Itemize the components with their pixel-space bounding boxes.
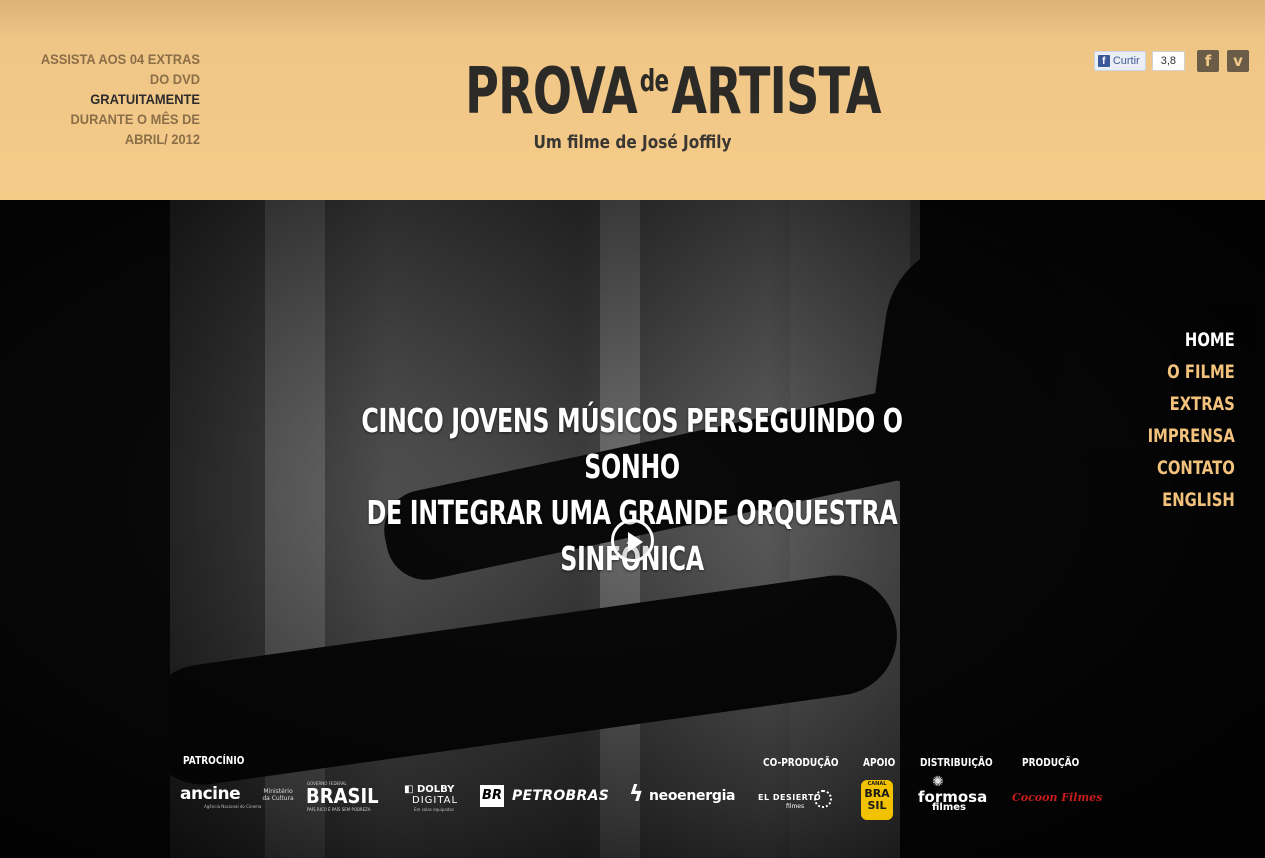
neoenergia-wordmark: neoenergia — [649, 788, 736, 804]
nav-item-o-filme[interactable]: O FILME — [1148, 356, 1235, 388]
formosa-subtitle: filmes — [932, 802, 966, 813]
promo-line-4: DURANTE O MÊS DE — [70, 111, 200, 127]
main-nav: HOME O FILME EXTRAS IMPRENSA CONTATO ENG… — [1123, 324, 1235, 516]
nav-item-contato[interactable]: CONTATO — [1148, 452, 1235, 484]
site-logo[interactable]: PROVAdeARTISTA — [400, 42, 881, 129]
ancine-wordmark: ancine — [180, 784, 241, 804]
play-icon — [628, 532, 643, 552]
promo-line-2: DO DVD — [149, 71, 200, 87]
like-count: 3,8 — [1151, 51, 1185, 71]
vimeo-icon[interactable]: v — [1227, 50, 1249, 72]
hero-video-backdrop: CINCO JOVENS MÚSICOS PERSEGUINDO O SONHO… — [0, 200, 1265, 858]
nav-item-english[interactable]: ENGLISH — [1148, 484, 1235, 516]
apoio-label: APOIO — [863, 756, 896, 769]
promo-line-1: ASSISTA AOS 04 EXTRAS — [40, 51, 200, 67]
tagline: Um filme de José Joffily — [533, 132, 732, 153]
brasil-slogan: PAÍS RICO É PAÍS SEM POBREZA — [307, 807, 371, 812]
nav-item-imprensa[interactable]: IMPRENSA — [1148, 420, 1235, 452]
logo-word-de: de — [639, 64, 669, 99]
cocoon-filmes-logo[interactable]: Cocoon Filmes — [1012, 791, 1102, 804]
dolby-subtitle: Em salas equipadas — [414, 807, 454, 812]
play-video-button[interactable] — [611, 519, 654, 562]
ministerio-cultura-logo[interactable]: Ministério da Cultura — [262, 788, 294, 802]
desierto-wordmark: EL DESIERTO — [758, 793, 822, 802]
facebook-like-button[interactable]: f Curtir — [1093, 51, 1146, 71]
like-label: Curtir — [1112, 55, 1140, 67]
dvd-extras-promo[interactable]: ASSISTA AOS 04 EXTRAS DO DVD GRATUITAMEN… — [34, 49, 200, 149]
promo-line-3: GRATUITAMENTE — [90, 91, 200, 107]
dolby-wordmark: DOLBY — [416, 784, 455, 795]
desierto-sun-icon — [814, 790, 832, 808]
header: ASSISTA AOS 04 EXTRAS DO DVD GRATUITAMEN… — [0, 0, 1265, 200]
canal-sil-text: SIL — [867, 799, 887, 812]
neoenergia-icon: ϟ — [629, 782, 644, 807]
petrobras-wordmark: PETROBRAS — [512, 788, 610, 804]
brasil-wordmark: BRASIL — [306, 784, 379, 808]
distribuicao-label: DISTRIBUIÇÃO — [920, 756, 993, 769]
logo-word-artista: ARTISTA — [671, 55, 881, 129]
facebook-icon[interactable]: f — [1197, 50, 1219, 72]
producao-label: PRODUÇÃO — [1022, 756, 1080, 769]
petrobras-br-icon: BR — [480, 785, 504, 807]
social-bar: f Curtir 3,8 f v — [1093, 50, 1249, 72]
nav-item-extras[interactable]: EXTRAS — [1148, 388, 1235, 420]
nav-item-home[interactable]: HOME — [1148, 324, 1235, 356]
coproducao-label: CO-PRODUÇÃO — [763, 756, 839, 769]
ancine-subtitle: Agência Nacional do Cinema — [204, 804, 262, 809]
promo-line-5: ABRIL/ 2012 — [124, 131, 200, 147]
dolby-digital-text: DIGITAL — [412, 795, 459, 806]
headline-line-1: CINCO JOVENS MÚSICOS PERSEGUINDO O SONHO — [361, 401, 903, 486]
facebook-like-icon: f — [1097, 55, 1110, 67]
desierto-subtitle: filmes — [786, 803, 805, 810]
canal-brasil-logo[interactable]: CANAL BRA SIL — [861, 780, 893, 820]
patrocinio-label: PATROCÍNIO — [183, 754, 245, 767]
logo-word-prova: PROVA — [465, 55, 638, 129]
